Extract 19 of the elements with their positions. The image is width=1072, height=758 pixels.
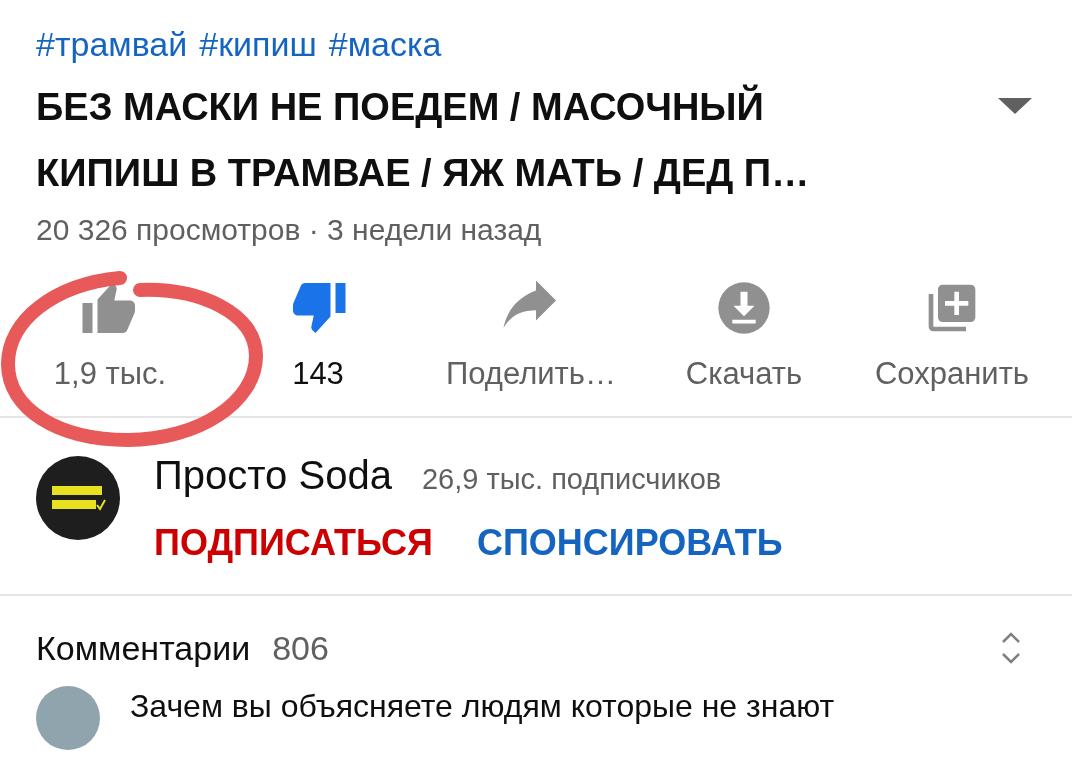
sponsor-button[interactable]: СПОНСИРОВАТЬ (476, 521, 783, 564)
like-button[interactable]: 1,9 тыс. (30, 280, 190, 392)
caret-icon[interactable] (998, 98, 1032, 114)
comment-count: 806 (272, 627, 329, 669)
channel-name[interactable]: Просто Soda (154, 452, 392, 498)
subscribe-button[interactable]: ПОДПИСАТЬСЯ (154, 521, 433, 564)
comments-title: Комментарии (36, 627, 251, 669)
download-button[interactable]: Скачать (663, 280, 824, 392)
hashtag-link[interactable]: #кипиш (199, 22, 317, 66)
hashtag-link[interactable]: #трамвай (36, 22, 188, 66)
hashtag-link[interactable]: #маска (328, 22, 442, 66)
video-title: БЕЗ МАСКИ НЕ ПОЕДЕМ / МАСОЧНЫЙ КИПИШ В ТРАМВАЕ / ЯЖ МАТЬ / ДЕД П… (36, 83, 811, 196)
share-button[interactable]: Поделить… (446, 280, 616, 392)
save-button[interactable]: Сохранить (871, 280, 1032, 392)
comment-text: Зачем вы объясняете людям которые не знают (130, 686, 835, 726)
subscriber-count: 26,9 тыс. подписчиков (421, 462, 722, 497)
dislike-button[interactable]: 143 (238, 280, 398, 392)
logo-icon (50, 483, 106, 513)
view-count-text: 20 326 просмотров · 3 недели назад (35, 212, 543, 248)
